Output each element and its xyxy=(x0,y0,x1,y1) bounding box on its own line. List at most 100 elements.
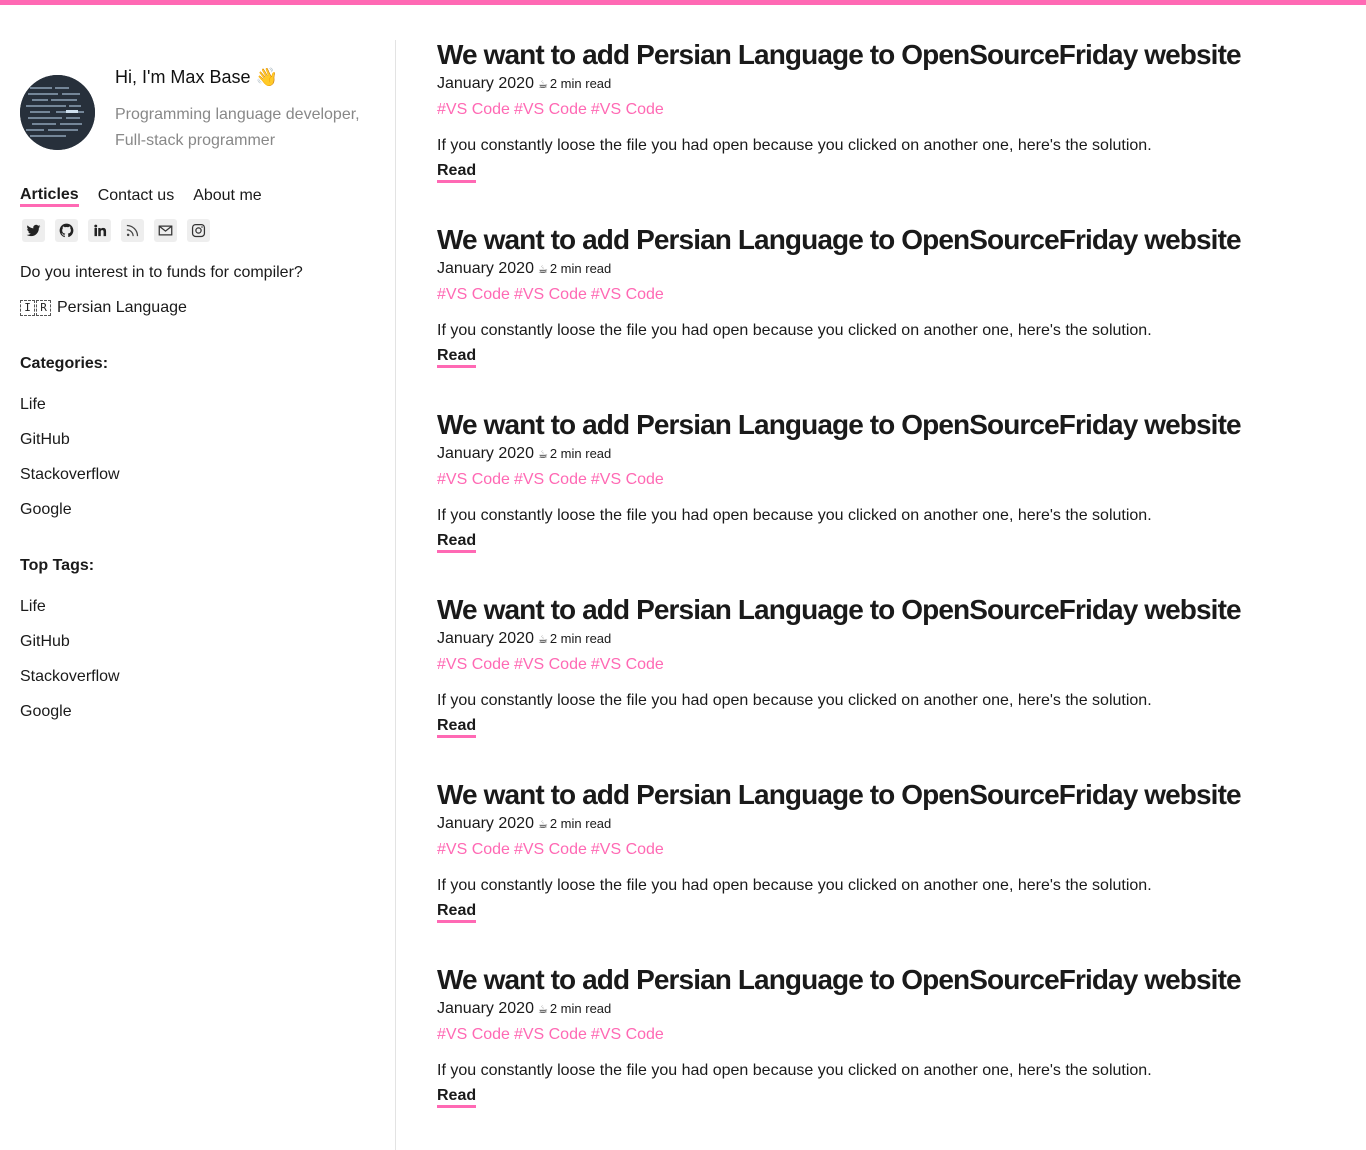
instagram-icon[interactable] xyxy=(187,219,210,242)
post-tags: #VS Code #VS Code #VS Code xyxy=(437,655,668,675)
post-tag[interactable]: #VS Code xyxy=(591,101,664,118)
post-tag[interactable]: #VS Code xyxy=(514,841,587,858)
post-tag[interactable]: #VS Code xyxy=(437,286,510,303)
post-title[interactable]: We want to add Persian Language to OpenS… xyxy=(437,225,1242,255)
post-meta: January 2020 ☕ 2 min read xyxy=(437,74,611,95)
post-tag[interactable]: #VS Code xyxy=(514,286,587,303)
read-link[interactable]: Read xyxy=(437,1087,477,1108)
post-tag[interactable]: #VS Code xyxy=(514,471,587,488)
nav-articles[interactable]: Articles xyxy=(20,185,79,207)
main-nav: Articles Contact us About me xyxy=(20,185,262,207)
profile-intro: Hi, I'm Max Base 👋 Programming language … xyxy=(115,64,385,154)
post-title[interactable]: We want to add Persian Language to OpenS… xyxy=(437,780,1242,810)
post-read-time: 2 min read xyxy=(549,1001,612,1016)
post-title[interactable]: We want to add Persian Language to OpenS… xyxy=(437,965,1242,995)
rss-icon[interactable] xyxy=(121,219,144,242)
language-label: Persian Language xyxy=(57,299,187,316)
post-meta: January 2020 ☕ 2 min read xyxy=(437,629,611,650)
post-card: We want to add Persian Language to OpenS… xyxy=(437,410,1337,590)
post-meta: January 2020 ☕ 2 min read xyxy=(437,259,611,280)
post-tag[interactable]: #VS Code xyxy=(437,656,510,673)
post-excerpt: If you constantly loose the file you had… xyxy=(437,322,1152,339)
tag-item[interactable]: Google xyxy=(20,702,120,737)
post-meta: January 2020 ☕ 2 min read xyxy=(437,999,611,1020)
post-meta: January 2020 ☕ 2 min read xyxy=(437,444,611,465)
nav-contact-us[interactable]: Contact us xyxy=(98,185,174,207)
read-link[interactable]: Read xyxy=(437,532,477,553)
post-tag[interactable]: #VS Code xyxy=(591,471,664,488)
post-tag[interactable]: #VS Code xyxy=(514,101,587,118)
post-read-time: 2 min read xyxy=(549,816,612,831)
post-read-time: 2 min read xyxy=(549,446,612,461)
post-excerpt: If you constantly loose the file you had… xyxy=(437,507,1152,524)
coffee-icon: ☕ xyxy=(537,449,548,461)
twitter-icon[interactable] xyxy=(22,219,45,242)
coffee-icon: ☕ xyxy=(537,1004,548,1016)
post-date: January 2020 xyxy=(437,75,534,92)
post-read-time: 2 min read xyxy=(549,76,612,91)
post-read-time: 2 min read xyxy=(549,261,612,276)
coffee-icon: ☕ xyxy=(537,634,548,646)
github-icon[interactable] xyxy=(55,219,78,242)
top-accent-bar xyxy=(0,0,1366,5)
post-title[interactable]: We want to add Persian Language to OpenS… xyxy=(437,40,1242,70)
categories-title: Categories: xyxy=(20,355,109,372)
nav-about-me[interactable]: About me xyxy=(193,185,261,207)
top-tags-list: Life GitHub Stackoverflow Google xyxy=(20,597,120,737)
post-tag[interactable]: #VS Code xyxy=(437,101,510,118)
post-tag[interactable]: #VS Code xyxy=(591,841,664,858)
post-excerpt: If you constantly loose the file you had… xyxy=(437,1062,1152,1079)
post-date: January 2020 xyxy=(437,1000,534,1017)
wave-icon: 👋 xyxy=(255,67,278,87)
language-link[interactable]: I R Persian Language xyxy=(20,298,187,318)
category-item[interactable]: Google xyxy=(20,500,120,535)
post-tag[interactable]: #VS Code xyxy=(437,841,510,858)
read-link[interactable]: Read xyxy=(437,162,477,183)
column-divider xyxy=(395,40,396,1150)
post-tags: #VS Code #VS Code #VS Code xyxy=(437,840,668,860)
post-tag[interactable]: #VS Code xyxy=(591,656,664,673)
post-tags: #VS Code #VS Code #VS Code xyxy=(437,100,668,120)
category-item[interactable]: Life xyxy=(20,395,120,430)
post-tag[interactable]: #VS Code xyxy=(514,1026,587,1043)
post-date: January 2020 xyxy=(437,260,534,277)
post-tags: #VS Code #VS Code #VS Code xyxy=(437,1025,668,1045)
post-card: We want to add Persian Language to OpenS… xyxy=(437,965,1337,1145)
post-tag[interactable]: #VS Code xyxy=(437,1026,510,1043)
post-date: January 2020 xyxy=(437,815,534,832)
post-read-time: 2 min read xyxy=(549,631,612,646)
post-excerpt: If you constantly loose the file you had… xyxy=(437,877,1152,894)
post-meta: January 2020 ☕ 2 min read xyxy=(437,814,611,835)
iran-flag-icon: I R xyxy=(20,300,51,316)
post-tag[interactable]: #VS Code xyxy=(514,656,587,673)
post-tag[interactable]: #VS Code xyxy=(437,471,510,488)
post-date: January 2020 xyxy=(437,445,534,462)
bio: Programming language developer, Full-sta… xyxy=(115,106,360,149)
coffee-icon: ☕ xyxy=(537,79,548,91)
read-link[interactable]: Read xyxy=(437,902,477,923)
post-tag[interactable]: #VS Code xyxy=(591,286,664,303)
linkedin-icon[interactable] xyxy=(88,219,111,242)
post-tags: #VS Code #VS Code #VS Code xyxy=(437,285,668,305)
tag-item[interactable]: Life xyxy=(20,597,120,632)
fund-question: Do you interest in to funds for compiler… xyxy=(20,264,303,281)
post-tags: #VS Code #VS Code #VS Code xyxy=(437,470,668,490)
social-links xyxy=(22,219,210,242)
post-card: We want to add Persian Language to OpenS… xyxy=(437,780,1337,960)
post-tag[interactable]: #VS Code xyxy=(591,1026,664,1043)
coffee-icon: ☕ xyxy=(537,819,548,831)
post-card: We want to add Persian Language to OpenS… xyxy=(437,225,1337,405)
mail-icon[interactable] xyxy=(154,219,177,242)
avatar xyxy=(20,75,95,150)
category-item[interactable]: Stackoverflow xyxy=(20,465,120,500)
tag-item[interactable]: Stackoverflow xyxy=(20,667,120,702)
read-link[interactable]: Read xyxy=(437,347,477,368)
post-title[interactable]: We want to add Persian Language to OpenS… xyxy=(437,595,1242,625)
post-card: We want to add Persian Language to OpenS… xyxy=(437,40,1337,220)
post-title[interactable]: We want to add Persian Language to OpenS… xyxy=(437,410,1242,440)
tag-item[interactable]: GitHub xyxy=(20,632,120,667)
category-item[interactable]: GitHub xyxy=(20,430,120,465)
post-excerpt: If you constantly loose the file you had… xyxy=(437,137,1152,154)
post-card: We want to add Persian Language to OpenS… xyxy=(437,595,1337,775)
read-link[interactable]: Read xyxy=(437,717,477,738)
